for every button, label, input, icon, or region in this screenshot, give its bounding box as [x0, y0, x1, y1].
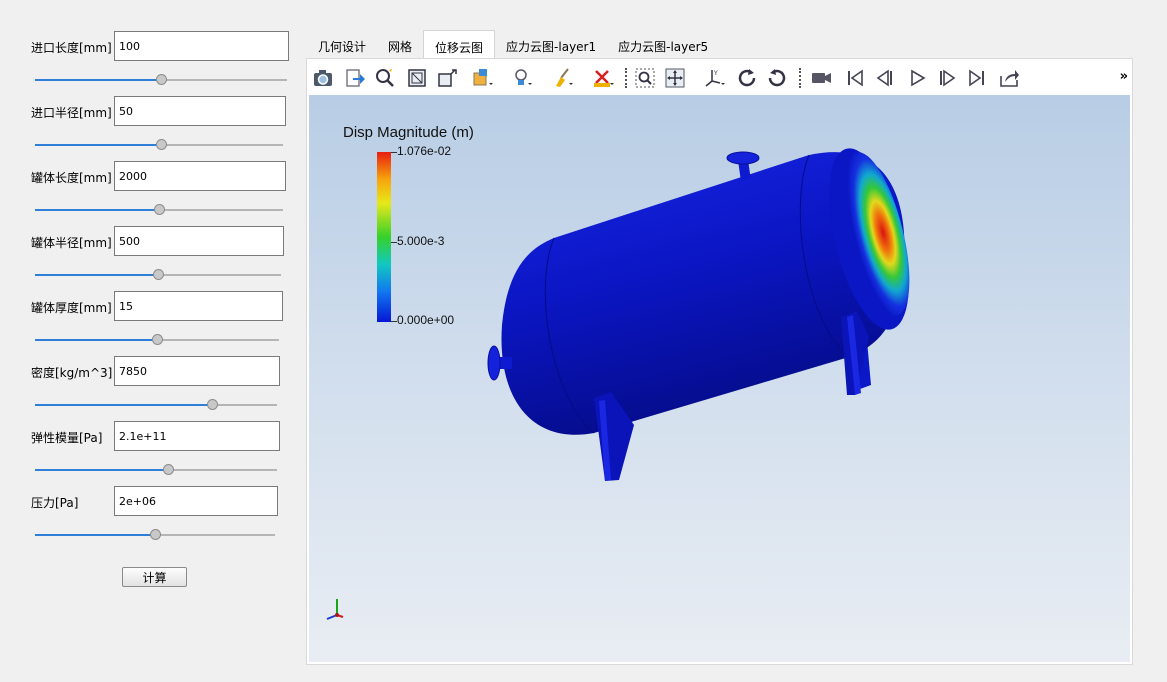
zoom-to-fit-icon[interactable] — [633, 66, 657, 90]
param-slider[interactable] — [35, 204, 283, 216]
toolbar-separator — [799, 68, 801, 88]
param-label: 进口长度[mm] — [31, 41, 112, 55]
param-slider[interactable] — [35, 74, 287, 86]
param-row: 进口长度[mm] — [0, 31, 300, 91]
ruler-dropdown-icon[interactable] — [591, 66, 615, 90]
rotate-ccw-icon[interactable] — [765, 66, 789, 90]
slider-handle[interactable] — [152, 334, 163, 345]
slider-fill — [35, 469, 168, 471]
param-label: 压力[Pa] — [31, 496, 79, 510]
param-row: 密度[kg/m^3] — [0, 356, 300, 416]
zoom-select-icon[interactable] — [373, 66, 397, 90]
param-row: 罐体厚度[mm] — [0, 291, 300, 351]
param-slider[interactable] — [35, 399, 277, 411]
slider-handle[interactable] — [150, 529, 161, 540]
slider-fill — [35, 209, 159, 211]
pressure-vessel-model — [487, 148, 910, 481]
param-input[interactable] — [114, 291, 283, 321]
param-slider[interactable] — [35, 529, 275, 541]
toolbar-separator — [625, 68, 627, 88]
slider-handle[interactable] — [154, 204, 165, 215]
object-dropdown-icon[interactable] — [471, 66, 495, 90]
rotate-cw-icon[interactable] — [735, 66, 759, 90]
param-slider[interactable] — [35, 464, 277, 476]
param-row: 进口半径[mm] — [0, 96, 300, 156]
slider-fill — [35, 404, 212, 406]
param-row: 压力[Pa] — [0, 486, 300, 546]
play-icon[interactable] — [905, 66, 929, 90]
camera-icon[interactable] — [311, 66, 335, 90]
param-input[interactable] — [114, 96, 286, 126]
param-label: 进口半径[mm] — [31, 106, 112, 120]
slider-handle[interactable] — [163, 464, 174, 475]
calculate-button[interactable]: 计算 — [122, 567, 187, 587]
param-row: 罐体长度[mm] — [0, 161, 300, 221]
tab-1[interactable]: 网格 — [377, 30, 423, 58]
tab-3[interactable]: 应力云图-layer1 — [495, 30, 607, 58]
last-frame-icon[interactable] — [965, 66, 989, 90]
slider-fill — [35, 144, 161, 146]
viewer-frame: » Y Disp Magnitude (m) 1.076e-02 5.000e-… — [306, 58, 1133, 665]
slider-handle[interactable] — [156, 139, 167, 150]
slider-handle[interactable] — [156, 74, 167, 85]
param-slider[interactable] — [35, 139, 283, 151]
param-input[interactable] — [114, 356, 280, 386]
param-input[interactable] — [114, 31, 289, 61]
3d-viewport[interactable]: Disp Magnitude (m) 1.076e-02 5.000e-3 0.… — [309, 95, 1130, 662]
box-icon[interactable] — [435, 66, 459, 90]
broom-dropdown-icon[interactable] — [551, 66, 575, 90]
next-frame-icon[interactable] — [935, 66, 959, 90]
param-row: 罐体半径[mm] — [0, 226, 300, 286]
tab-2[interactable]: 位移云图 — [423, 30, 496, 59]
tab-0[interactable]: 几何设计 — [307, 30, 377, 58]
param-label: 罐体厚度[mm] — [31, 301, 112, 315]
slider-fill — [35, 274, 158, 276]
param-label: 弹性模量[Pa] — [31, 431, 103, 445]
axes-dropdown-icon[interactable]: Y — [703, 66, 727, 90]
viewer-toolbar: » Y — [307, 59, 1132, 95]
prev-frame-icon[interactable] — [873, 66, 897, 90]
param-input[interactable] — [114, 421, 280, 451]
param-row: 弹性模量[Pa] — [0, 421, 300, 481]
orientation-axes-icon — [326, 599, 344, 620]
param-slider[interactable] — [35, 269, 281, 281]
svg-text:Y: Y — [713, 70, 718, 77]
slider-fill — [35, 534, 155, 536]
light-dropdown-icon[interactable] — [511, 66, 535, 90]
tab-4[interactable]: 应力云图-layer5 — [607, 30, 719, 58]
param-input[interactable] — [114, 226, 284, 256]
reset-view-icon[interactable] — [405, 66, 429, 90]
share-icon[interactable] — [997, 66, 1021, 90]
param-input[interactable] — [114, 486, 278, 516]
param-label: 密度[kg/m^3] — [31, 366, 113, 380]
param-label: 罐体长度[mm] — [31, 171, 112, 185]
slider-fill — [35, 339, 157, 341]
slider-handle[interactable] — [153, 269, 164, 280]
param-slider[interactable] — [35, 334, 279, 346]
result-tabs: 几何设计 网格 位移云图 应力云图-layer1 应力云图-layer5 — [307, 30, 719, 59]
param-label: 罐体半径[mm] — [31, 236, 112, 250]
video-icon[interactable] — [809, 66, 833, 90]
first-frame-icon[interactable] — [843, 66, 867, 90]
pan-icon[interactable] — [663, 66, 687, 90]
slider-handle[interactable] — [207, 399, 218, 410]
param-input[interactable] — [114, 161, 286, 191]
toolbar-overflow-button[interactable]: » — [1120, 69, 1128, 84]
slider-fill — [35, 79, 161, 81]
export-icon[interactable] — [343, 66, 367, 90]
